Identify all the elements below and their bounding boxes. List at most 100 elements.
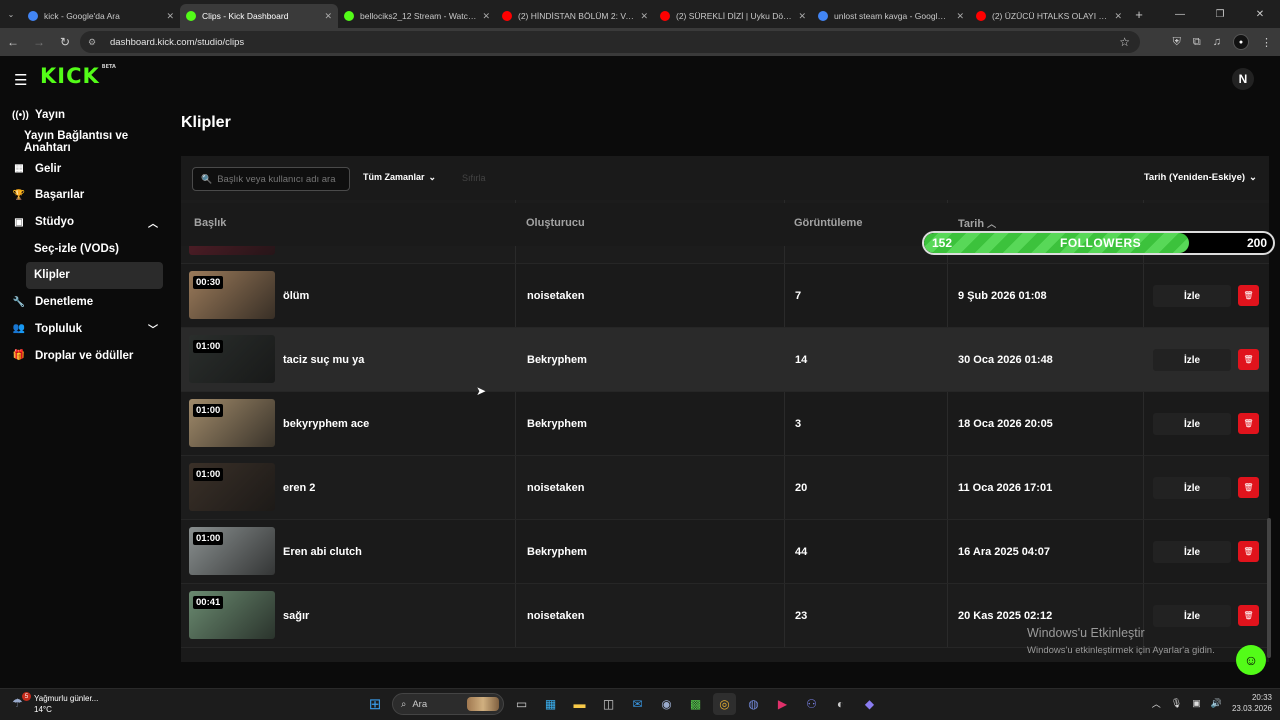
- new-tab-button[interactable]: +: [1128, 7, 1150, 22]
- browser-tab[interactable]: (2) ÜZÜCÜ HTALKS OLAYI - You ✕: [970, 4, 1128, 28]
- file-explorer-icon[interactable]: ▬: [568, 693, 591, 715]
- clip-thumbnail[interactable]: 01:00: [189, 463, 275, 511]
- browser-tab[interactable]: unlost steam kavga - Google'da ✕: [812, 4, 970, 28]
- tab-search-icon[interactable]: ⌄: [0, 3, 22, 25]
- sidebar-item-gelir[interactable]: ▦ Gelir: [0, 155, 172, 182]
- widgets-icon[interactable]: ▦: [539, 693, 562, 715]
- time-filter-dropdown[interactable]: Tüm Zamanlar ⌄: [363, 172, 436, 183]
- close-tab-icon[interactable]: ✕: [324, 11, 332, 22]
- site-info-icon[interactable]: ⚙: [88, 37, 98, 47]
- close-tab-icon[interactable]: ✕: [798, 11, 806, 22]
- sort-dropdown[interactable]: Tarih (Yeniden-Eskiye) ⌄: [1144, 172, 1257, 183]
- delete-button[interactable]: 🗑: [1238, 349, 1259, 370]
- close-tab-icon[interactable]: ✕: [640, 11, 648, 22]
- help-chat-icon[interactable]: ☺: [1236, 645, 1266, 675]
- weather-widget[interactable]: ☂ 5 Yağmurlu günler... 14°C: [12, 692, 98, 715]
- media-player-icon[interactable]: ▶: [771, 693, 794, 715]
- chevron-up-icon[interactable]: ︿: [1152, 697, 1161, 710]
- sidebar-item-droplar[interactable]: 🎁 Droplar ve ödüller: [0, 342, 172, 369]
- delete-button[interactable]: 🗑: [1238, 477, 1259, 498]
- kick-logo[interactable]: KICK BETA: [40, 64, 116, 88]
- delete-button[interactable]: 🗑: [1238, 285, 1259, 306]
- clip-creator[interactable]: noisetaken: [527, 584, 584, 648]
- network-icon[interactable]: ▣: [1192, 698, 1201, 709]
- forward-icon[interactable]: →: [26, 35, 52, 49]
- browser-tab[interactable]: bellociks2_12 Stream - Watch L ✕: [338, 4, 496, 28]
- watch-button[interactable]: İzle: [1153, 477, 1231, 499]
- clip-thumbnail[interactable]: 01:00: [189, 527, 275, 575]
- clock[interactable]: 20:33 23.03.2026: [1232, 692, 1272, 714]
- menu-dots-icon[interactable]: ⋮: [1261, 36, 1272, 49]
- column-header-date[interactable]: Tarih ︿: [958, 217, 996, 230]
- profile-icon[interactable]: ●: [1233, 34, 1249, 50]
- column-header-creator[interactable]: Oluşturucu: [526, 217, 585, 229]
- column-header-views[interactable]: Görüntüleme: [794, 217, 862, 229]
- sidebar-item-topluluk[interactable]: 👥 Topluluk ﹀: [0, 316, 172, 343]
- sidebar-item-studyo[interactable]: ▣ Stüdyo ︿: [0, 209, 172, 236]
- clip-creator[interactable]: noisetaken: [527, 456, 584, 520]
- watch-button[interactable]: İzle: [1153, 349, 1231, 371]
- clip-creator[interactable]: Bekryphem: [527, 520, 587, 584]
- browser-tab[interactable]: (2) SÜREKLİ DİZİ | Uyku Döngüs ✕: [654, 4, 812, 28]
- task-view-icon[interactable]: ▭: [510, 693, 533, 715]
- url-field[interactable]: ⚙ dashboard.kick.com/studio/clips ☆: [80, 31, 1140, 53]
- sidebar-item-stream-key[interactable]: Yayın Bağlantısı ve Anahtarı: [0, 129, 172, 156]
- table-row[interactable]: 01:00 bekyryphem ace Bekryphem 3 18 Oca …: [181, 392, 1269, 456]
- close-tab-icon[interactable]: ✕: [166, 11, 174, 22]
- watch-button[interactable]: İzle: [1153, 541, 1231, 563]
- windows-start-icon[interactable]: ⊞: [364, 693, 386, 715]
- volume-icon[interactable]: 🔊: [1211, 698, 1222, 709]
- microphone-icon[interactable]: 🎙: [1171, 698, 1182, 709]
- delete-button[interactable]: 🗑: [1238, 541, 1259, 562]
- media-icon[interactable]: ♫: [1213, 36, 1221, 48]
- delete-button[interactable]: 🗑: [1238, 413, 1259, 434]
- user-avatar[interactable]: N: [1232, 68, 1254, 90]
- discord-icon[interactable]: ◍: [742, 693, 765, 715]
- teams-icon[interactable]: ⚇: [800, 693, 823, 715]
- watch-button[interactable]: İzle: [1153, 285, 1231, 307]
- browser-tab[interactable]: Clips - Kick Dashboard ✕: [180, 4, 338, 28]
- clip-thumbnail[interactable]: 00:41: [189, 591, 275, 639]
- chrome-icon[interactable]: ◎: [713, 693, 736, 715]
- store-icon[interactable]: ◫: [597, 693, 620, 715]
- sidebar-item-denetleme[interactable]: 🔧 Denetleme: [0, 289, 172, 316]
- column-header-title[interactable]: Başlık: [194, 217, 226, 229]
- close-window-icon[interactable]: ✕: [1240, 0, 1280, 28]
- sidebar-item-klipler[interactable]: Klipler: [26, 262, 163, 289]
- outlook-icon[interactable]: ✉: [626, 693, 649, 715]
- steam-icon[interactable]: ◉: [655, 693, 678, 715]
- clip-creator[interactable]: Bekryphem: [527, 328, 587, 392]
- back-icon[interactable]: ←: [0, 35, 26, 49]
- clip-thumbnail[interactable]: 01:00: [189, 335, 275, 383]
- close-tab-icon[interactable]: ✕: [482, 11, 490, 22]
- obs-icon[interactable]: ◐: [829, 693, 852, 715]
- clip-creator[interactable]: Bekryphem: [527, 392, 587, 456]
- sidebar-item-basarilar[interactable]: 🏆 Başarılar: [0, 182, 172, 209]
- watch-button[interactable]: İzle: [1153, 605, 1231, 627]
- maximize-icon[interactable]: ❐: [1200, 0, 1240, 28]
- minimize-icon[interactable]: —: [1160, 0, 1200, 28]
- shield-extension-icon[interactable]: ⛨: [1173, 36, 1181, 49]
- delete-button[interactable]: 🗑: [1238, 605, 1259, 626]
- vpn-icon[interactable]: ◆: [858, 693, 881, 715]
- bookmark-star-icon[interactable]: ☆: [1119, 35, 1130, 49]
- table-row[interactable]: 01:00 eren 2 noisetaken 20 11 Oca 2026 1…: [181, 456, 1269, 520]
- scrollbar[interactable]: [1267, 518, 1271, 658]
- reset-button[interactable]: Sıfırla: [462, 173, 486, 183]
- close-tab-icon[interactable]: ✕: [956, 11, 964, 22]
- clip-thumbnail[interactable]: 00:30: [189, 271, 275, 319]
- clip-thumbnail[interactable]: 01:00: [189, 399, 275, 447]
- sidebar-item-vods[interactable]: Seç-izle (VODs): [0, 235, 172, 262]
- browser-tab[interactable]: (2) HİNDİSTAN BÖLÜM 2: VARA ✕: [496, 4, 654, 28]
- sidebar-item-yayin[interactable]: ((•)) Yayın: [0, 102, 172, 129]
- hamburger-menu-icon[interactable]: ☰: [14, 71, 27, 89]
- clip-creator[interactable]: noisetaken: [527, 264, 584, 328]
- search-input[interactable]: [217, 173, 343, 185]
- taskbar-search[interactable]: ⌕ Ara: [392, 693, 504, 715]
- watch-button[interactable]: İzle: [1153, 413, 1231, 435]
- extensions-icon[interactable]: ⧉: [1193, 36, 1201, 49]
- minecraft-icon[interactable]: ▩: [684, 693, 707, 715]
- table-row[interactable]: 01:00 taciz suç mu ya Bekryphem 14 30 Oc…: [181, 328, 1269, 392]
- close-tab-icon[interactable]: ✕: [1114, 11, 1122, 22]
- reload-icon[interactable]: ↻: [52, 35, 78, 49]
